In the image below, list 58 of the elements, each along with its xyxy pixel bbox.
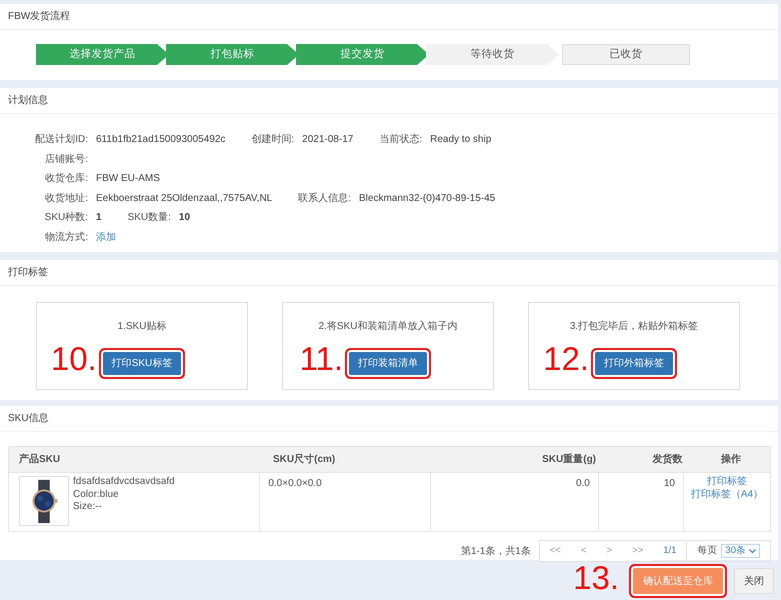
progress-step: 选择发货产品: [36, 44, 169, 65]
card-caption: 3.打包完毕后，粘贴外箱标签: [570, 320, 698, 334]
product-info: Color:blue: [73, 488, 120, 501]
add-link[interactable]: 添加: [96, 232, 116, 243]
field-value: 611b1fb21ad150093005492c: [96, 134, 226, 146]
field-label: 当前状态:: [379, 134, 424, 146]
field-label: 店铺账号:: [44, 152, 89, 167]
print-button[interactable]: 打印装箱清单: [349, 352, 427, 375]
progress-step: 提交发货: [296, 44, 429, 65]
field-label: 物流方式:: [44, 230, 89, 245]
step-annotation: 12.: [542, 342, 589, 375]
section-title: SKU信息: [0, 406, 778, 432]
field-label: SKU种数:: [44, 210, 89, 226]
section-title: 计划信息: [0, 88, 778, 114]
step-annotation: 11.: [298, 342, 343, 375]
field-value: Eekboerstraat 25Oldenzaal,,7575AV,NL: [96, 192, 272, 204]
table-cell: 10: [664, 478, 675, 489]
field-label: 创建时间:: [251, 134, 296, 146]
per-page-select[interactable]: 30条: [721, 544, 760, 558]
field-value: Ready to ship: [430, 134, 492, 146]
field-value: 2021-08-17: [302, 134, 354, 146]
print-label-link[interactable]: 打印标签: [707, 476, 747, 488]
field-label: SKU数量:: [128, 212, 172, 224]
field-value: 10: [178, 212, 190, 224]
per-page-label: 每页: [697, 544, 718, 558]
table-cell: 0.0×0.0×0.0: [268, 478, 322, 489]
confirm-button[interactable]: 确认配送至仓库: [633, 568, 723, 594]
field-label: 收货仓库:: [44, 172, 89, 186]
column-header: SKU重量(g): [541, 452, 598, 467]
card-caption: 2.将SKU和装箱清单放入箱子内: [318, 320, 458, 334]
progress-step: 等待收货: [426, 44, 559, 65]
section-title: FBW发货流程: [0, 4, 778, 30]
field-value: FBW EU-AMS: [96, 173, 160, 184]
chevron-down-icon: [749, 548, 756, 554]
field-label: 收货地址:: [44, 192, 89, 206]
field-value: Bleckmann32-(0)470-89-15-45: [359, 192, 496, 204]
column-header: 发货数: [651, 452, 684, 467]
pagination-summary: 第1-1条，共1条: [460, 544, 531, 558]
column-header: 产品SKU: [18, 452, 62, 467]
print-button[interactable]: 打印SKU标签: [102, 352, 182, 375]
product-info: Size:--: [73, 501, 103, 514]
field-label: 配送计划ID:: [34, 132, 89, 148]
step-annotation: 13.: [572, 561, 619, 594]
table-cell: 0.0: [576, 478, 590, 489]
field-value: 1: [96, 212, 102, 224]
column-header: 操作: [720, 452, 742, 467]
page-indicator: 1/1: [653, 541, 688, 561]
step-annotation: 10.: [50, 342, 97, 375]
section-title: 打印标签: [0, 260, 778, 286]
print-button[interactable]: 打印外箱标签: [595, 352, 673, 375]
field-label: 联系人信息:: [298, 192, 352, 204]
product-info: fdsafdsafdvcdsavdsafd: [73, 476, 175, 488]
print-label-link[interactable]: 打印标签（A4）: [690, 488, 764, 501]
progress-step: 打包贴标: [166, 44, 299, 65]
close-button[interactable]: 关闭: [734, 568, 774, 594]
card-caption: 1.SKU贴标: [118, 320, 166, 334]
progress-step: 已收货: [562, 44, 690, 65]
column-header: SKU尺寸(cm): [272, 452, 336, 467]
